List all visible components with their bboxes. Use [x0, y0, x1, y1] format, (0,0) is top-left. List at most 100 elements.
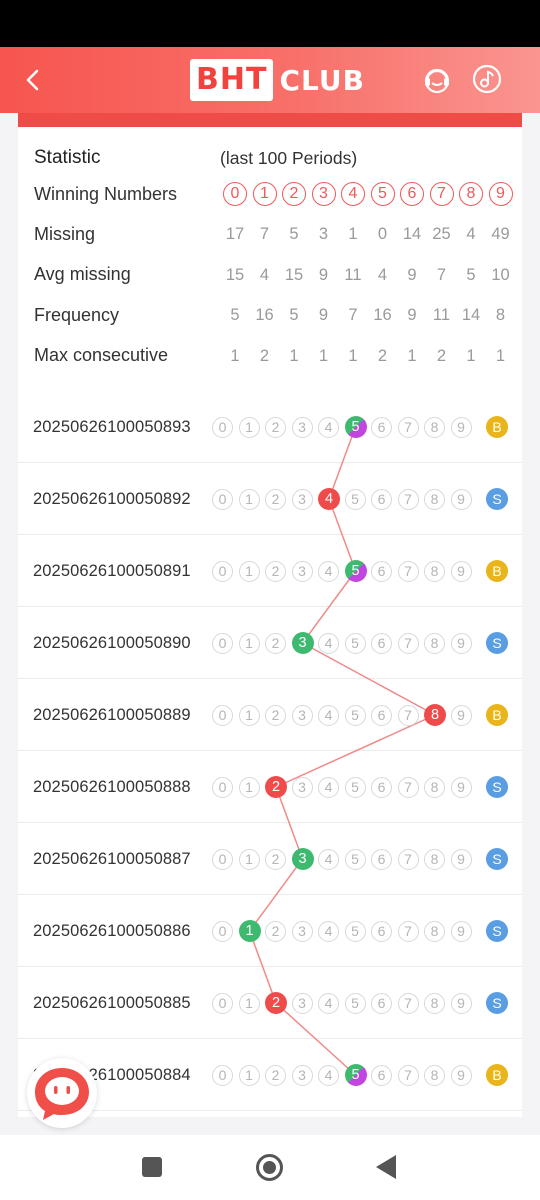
- winning-numbers-row: Winning Numbers 0123456789: [34, 179, 514, 209]
- digit-ball: 8: [424, 921, 445, 942]
- stat-value: 2: [259, 346, 270, 365]
- stats-row-max-consecutive: Max consecutive 1 2 1 1 1 2 1 2 1 1: [34, 341, 514, 371]
- stat-value: 5: [289, 306, 299, 324]
- stat-value: 49: [491, 225, 510, 243]
- digit-ball: 6: [371, 1065, 392, 1086]
- winning-digit-ball: 2: [265, 992, 287, 1014]
- digit-ball: 1: [238, 777, 260, 798]
- stat-value: 1: [230, 346, 240, 365]
- winning-number-2: 2: [282, 182, 306, 206]
- winning-digit-ball: 3: [291, 632, 314, 654]
- digit-ball: 1: [238, 993, 260, 1014]
- digit-ball: 3: [291, 993, 313, 1014]
- winning-digit-ball: 2: [265, 776, 287, 798]
- winning-digit-ball: 5: [344, 560, 367, 582]
- chat-bubble-icon: [35, 1068, 89, 1120]
- digit-ball: 0: [212, 777, 233, 798]
- stat-value: 5: [230, 306, 240, 324]
- digit-ball: 6: [371, 921, 392, 942]
- digit-ball: 7: [397, 777, 419, 798]
- digit-ball: 9: [450, 417, 472, 438]
- digit-ball: 1: [238, 1065, 260, 1086]
- recent-apps-icon[interactable]: [142, 1157, 162, 1177]
- stat-value: 14: [461, 306, 481, 324]
- customer-service-icon[interactable]: [421, 64, 453, 96]
- digit-ball: 9: [450, 705, 472, 726]
- small-badge: S: [486, 776, 508, 798]
- digit-ball: 4: [318, 417, 339, 438]
- stats-row-label: Missing: [34, 223, 96, 244]
- stat-value: 1: [348, 346, 358, 365]
- winning-digit-ball: 1: [238, 920, 261, 942]
- digit-ball: 5: [344, 921, 366, 942]
- winning-digit-ball: 3: [291, 848, 314, 870]
- digit-ball: 6: [371, 633, 392, 654]
- logo-text: CLUB: [279, 63, 365, 97]
- winning-number-4: 4: [341, 182, 365, 206]
- stat-value: 1: [466, 346, 476, 365]
- digit-ball: 5: [344, 489, 366, 510]
- stat-value: 14: [402, 225, 422, 243]
- digit-ball: 2: [265, 849, 286, 870]
- stat-value: 2: [436, 346, 447, 365]
- digit-ball: 2: [265, 921, 286, 942]
- history-row: 20250626100050887 0 1 2 3 4 5 6 7 8 9 S: [18, 823, 522, 895]
- digit-ball: 8: [424, 777, 445, 798]
- digit-ball: 1: [238, 417, 260, 438]
- home-icon[interactable]: [256, 1154, 283, 1181]
- small-badge: S: [486, 992, 508, 1014]
- winning-number-3: 3: [311, 182, 336, 206]
- digit-ball: 8: [424, 417, 445, 438]
- winning-digit-ball: 5: [344, 416, 367, 438]
- stat-value: 9: [318, 265, 329, 284]
- digit-ball: 7: [397, 489, 419, 510]
- stats-period: (last 100 Periods): [220, 147, 358, 168]
- stats-row-values: 17 7 5 3 1 0 14 25 4 49: [220, 219, 514, 249]
- digit-ball: 5: [344, 993, 366, 1014]
- back-arrow-icon[interactable]: [18, 65, 48, 95]
- digit-ball: 8: [424, 489, 445, 510]
- stats-row-missing: Missing 17 7 5 3 1 0 14 25 4 49: [34, 219, 514, 249]
- digit-ball: 5: [344, 633, 366, 654]
- digit-ball: 6: [371, 849, 392, 870]
- digit-ball: 0: [212, 489, 233, 510]
- winning-numbers-cells: 0123456789: [220, 179, 514, 209]
- music-note-icon[interactable]: [472, 64, 502, 94]
- issue-number: 20250626100050890: [33, 634, 191, 652]
- digit-ball: 9: [450, 1065, 472, 1086]
- digit-ball: 0: [212, 921, 233, 942]
- issue-number: 20250626100050886: [33, 922, 191, 940]
- stat-value: 15: [225, 265, 245, 284]
- digit-ball: 0: [212, 417, 233, 438]
- digit-ball: 4: [318, 993, 339, 1014]
- stats-row-values: 5 16 5 9 7 16 9 11 14 8: [220, 300, 514, 330]
- digit-ball: 0: [212, 561, 233, 582]
- stats-row-frequency: Frequency 5 16 5 9 7 16 9 11 14 8: [34, 300, 514, 330]
- digit-ball: 7: [397, 1065, 419, 1086]
- digit-ball: 7: [397, 921, 419, 942]
- big-badge: B: [486, 416, 508, 438]
- stats-row-avg-missing: Avg missing 15 4 15 9 11 4 9 7 5 10: [34, 260, 514, 290]
- stat-value: 4: [259, 265, 270, 284]
- issue-number: 20250626100050891: [33, 562, 191, 580]
- digit-ball: 1: [238, 489, 260, 510]
- history-row: 20250626100050891 0 1 2 3 4 5 6 7 8 9 B: [18, 535, 522, 607]
- chat-button[interactable]: [27, 1058, 97, 1128]
- digit-ball: 3: [291, 417, 313, 438]
- stat-value: 0: [377, 225, 388, 243]
- digit-ball: 8: [424, 993, 445, 1014]
- stat-value: 10: [491, 265, 510, 284]
- nav-back-icon[interactable]: [376, 1155, 396, 1179]
- winning-digit-ball: 4: [318, 488, 340, 510]
- stat-value: 15: [284, 265, 304, 284]
- digit-ball: 2: [265, 1065, 286, 1086]
- issue-number: 20250626100050885: [33, 994, 191, 1012]
- digit-ball: 2: [265, 705, 286, 726]
- digit-ball: 1: [238, 633, 260, 654]
- digit-ball: 1: [238, 849, 260, 870]
- digit-ball: 6: [371, 489, 392, 510]
- digit-ball: 7: [397, 633, 419, 654]
- digit-ball: 2: [265, 489, 286, 510]
- winning-number-1: 1: [252, 182, 277, 206]
- stat-value: 4: [466, 225, 476, 243]
